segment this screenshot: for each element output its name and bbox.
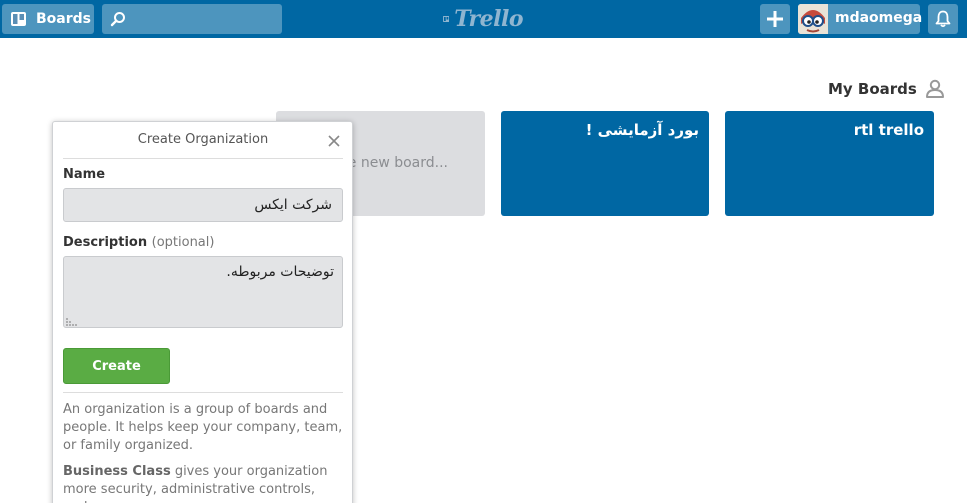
avatar	[798, 4, 828, 34]
divider	[63, 392, 343, 393]
board-name: بورد آزمایشی !	[585, 121, 699, 139]
resize-handle-icon[interactable]	[65, 317, 77, 326]
person-icon	[926, 79, 944, 98]
trello-logo[interactable]: Trello	[443, 5, 523, 33]
business-class-info: Business Class gives your organization m…	[63, 463, 343, 503]
search-icon	[110, 12, 125, 27]
plus-icon	[767, 11, 783, 27]
divider	[63, 158, 343, 159]
notifications-button[interactable]	[928, 4, 958, 34]
boards-button-label: Boards	[36, 11, 91, 27]
description-label: Description (optional)	[63, 235, 214, 250]
description-label-text: Description	[63, 235, 148, 250]
trello-logo-text: Trello	[454, 6, 523, 32]
member-menu-button[interactable]: mdaomega	[798, 4, 923, 34]
organization-info-text: An organization is a group of boards and…	[63, 402, 343, 453]
board-tile[interactable]: rtl trello	[725, 111, 934, 216]
close-icon[interactable]	[327, 134, 341, 148]
description-textarea[interactable]: توضیحات مربوطه.	[63, 256, 343, 328]
create-organization-popover: Create Organization Name Description (op…	[52, 121, 353, 503]
popover-title: Create Organization	[137, 132, 269, 147]
avatar-image	[798, 4, 828, 34]
boards-button[interactable]: Boards	[2, 4, 94, 34]
page: Boards Trello mdaomega My Boards Create …	[0, 0, 967, 503]
business-class-label: Business Class	[63, 464, 171, 479]
search-box[interactable]	[102, 4, 282, 34]
username: mdaomega	[835, 10, 923, 26]
trello-logo-icon	[443, 16, 450, 22]
name-label: Name	[63, 167, 106, 182]
search-input[interactable]	[130, 8, 275, 30]
board-tile[interactable]: بورد آزمایشی !	[501, 111, 709, 216]
create-button[interactable]: Create	[63, 348, 170, 384]
board-icon	[11, 12, 26, 26]
board-name: rtl trello	[853, 121, 924, 139]
add-button[interactable]	[760, 4, 790, 34]
top-header: Boards Trello mdaomega	[0, 0, 967, 38]
optional-hint: (optional)	[151, 235, 215, 250]
bell-icon	[935, 10, 951, 28]
organization-name-input[interactable]	[63, 188, 343, 222]
my-boards-title: My Boards	[828, 80, 917, 98]
